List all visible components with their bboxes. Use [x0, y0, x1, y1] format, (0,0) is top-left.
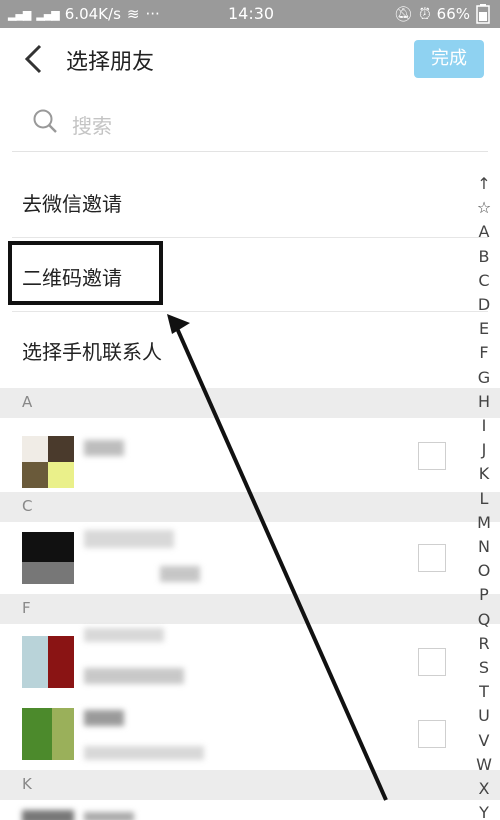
index-letter[interactable]: V	[472, 729, 496, 753]
select-checkbox[interactable]	[418, 648, 446, 676]
select-checkbox[interactable]	[418, 544, 446, 572]
index-letter[interactable]: F	[472, 341, 496, 365]
network-speed: 6.04K/s	[64, 5, 121, 23]
avatar	[22, 532, 74, 584]
back-arrow-icon[interactable]	[20, 42, 50, 76]
blurred-name	[84, 710, 124, 726]
alphabet-index[interactable]: ↑ ☆ A B C D E F G H I J K L M N O P Q R S T U V W X Y	[472, 172, 496, 820]
index-letter[interactable]: U	[472, 704, 496, 728]
index-letter[interactable]: J	[472, 438, 496, 462]
index-letter[interactable]: A	[472, 220, 496, 244]
contact-row[interactable]	[0, 698, 500, 770]
index-letter[interactable]: H	[472, 390, 496, 414]
search-icon	[33, 109, 57, 133]
option-phone-contacts[interactable]: 选择手机联系人	[12, 312, 488, 386]
index-letter[interactable]: N	[472, 535, 496, 559]
index-letter[interactable]: Q	[472, 608, 496, 632]
index-letter[interactable]: P	[472, 583, 496, 607]
search-placeholder: 搜索	[72, 114, 112, 138]
section-header-f: F	[0, 594, 500, 624]
index-letter[interactable]: D	[472, 293, 496, 317]
avatar	[22, 708, 74, 760]
blurred-text	[160, 566, 200, 582]
search-bar[interactable]: 搜索	[12, 96, 488, 152]
index-letter[interactable]: B	[472, 245, 496, 269]
contact-row[interactable]	[0, 522, 500, 594]
battery-level: 66%	[436, 5, 470, 23]
contact-row[interactable]	[0, 418, 500, 490]
option-label: 去微信邀请	[22, 192, 122, 216]
alarm-icon: ⏰︎	[418, 5, 431, 23]
index-letter[interactable]: C	[472, 269, 496, 293]
header: 选择朋友 完成	[0, 28, 500, 92]
section-header-k: K	[0, 770, 500, 800]
section-header-c: C	[0, 492, 500, 522]
avatar	[22, 636, 74, 688]
index-letter[interactable]: Y	[472, 801, 496, 820]
select-checkbox[interactable]	[418, 720, 446, 748]
index-letter[interactable]: W	[472, 753, 496, 777]
index-letter[interactable]: X	[472, 777, 496, 801]
index-letter[interactable]: L	[472, 487, 496, 511]
signal-icon-2: ▂▄▆	[36, 7, 59, 21]
wifi-icon: ≋	[126, 5, 140, 23]
index-letter[interactable]: G	[472, 366, 496, 390]
option-label: 选择手机联系人	[22, 340, 162, 364]
option-wechat-invite[interactable]: 去微信邀请	[12, 164, 488, 238]
avatar	[22, 436, 74, 488]
index-letter[interactable]: ↑	[472, 172, 496, 196]
contact-row[interactable]	[0, 800, 500, 820]
index-letter[interactable]: T	[472, 680, 496, 704]
contact-row[interactable]	[0, 624, 500, 698]
index-letter[interactable]: ☆	[472, 196, 496, 220]
index-letter[interactable]: S	[472, 656, 496, 680]
blurred-text	[84, 668, 184, 684]
index-letter[interactable]: R	[472, 632, 496, 656]
index-letter[interactable]: M	[472, 511, 496, 535]
select-checkbox[interactable]	[418, 442, 446, 470]
blurred-name	[84, 530, 174, 548]
done-button[interactable]: 完成	[414, 40, 484, 78]
index-letter[interactable]: O	[472, 559, 496, 583]
blurred-text	[84, 746, 204, 760]
more-dots: ···	[145, 5, 160, 23]
index-letter[interactable]: K	[472, 462, 496, 486]
index-letter[interactable]: E	[472, 317, 496, 341]
blurred-name	[84, 628, 164, 642]
page-title: 选择朋友	[66, 50, 155, 75]
status-bar: ▂▄▆ ▂▄▆ 6.04K/s ≋ ··· 14:30 🔕︎ ⏰︎ 66%	[0, 0, 500, 28]
battery-icon	[476, 4, 490, 24]
avatar	[22, 810, 74, 820]
blurred-name	[84, 812, 134, 820]
clock: 14:30	[228, 4, 275, 23]
signal-icon: ▂▄▆	[8, 7, 31, 21]
section-header-a: A	[0, 388, 500, 418]
mute-icon: 🔕︎	[393, 5, 413, 23]
blurred-name	[84, 440, 124, 456]
index-letter[interactable]: I	[472, 414, 496, 438]
highlight-box	[8, 241, 163, 305]
